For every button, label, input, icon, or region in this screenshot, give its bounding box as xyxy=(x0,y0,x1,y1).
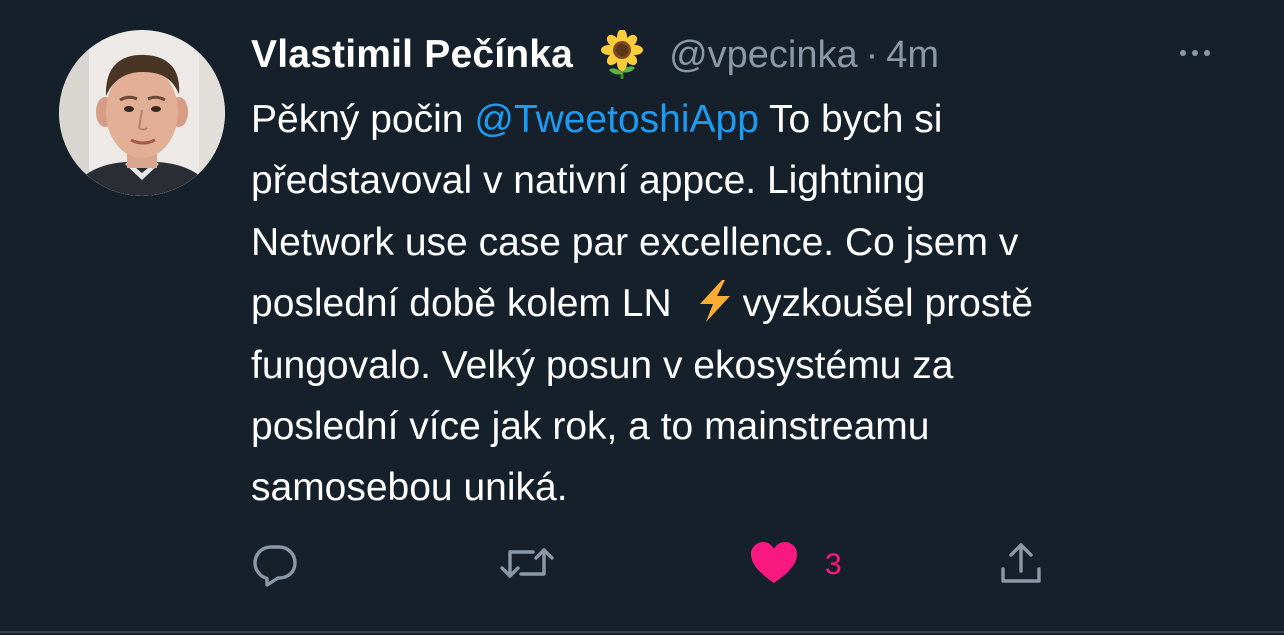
meta-separator: · xyxy=(865,33,879,76)
high-voltage-icon xyxy=(692,278,738,324)
like-count: 3 xyxy=(825,548,842,581)
reply-button[interactable] xyxy=(250,540,300,590)
divider xyxy=(0,631,1284,633)
share-icon xyxy=(996,538,1046,593)
tweet-text-line-2: představoval v nativní appce. Lightning xyxy=(251,159,926,203)
heart-icon xyxy=(749,538,799,593)
tweet-header: Vlastimil Pečínka @vpecinka · 4m xyxy=(251,24,939,86)
tweet-text-line-1: Pěkný počin @TweetoshiApp To bych si xyxy=(251,89,1241,150)
tweet-text-line-3: Network use case par excellence. Co jsem… xyxy=(251,220,1019,264)
tweet-text-line-4: poslední době kolem LN vyzkoušel prostě xyxy=(251,273,1241,334)
retweet-icon xyxy=(497,538,557,593)
author-handle[interactable]: @vpecinka xyxy=(669,34,858,77)
text-segment: poslední době kolem LN xyxy=(251,282,683,326)
retweet-button[interactable] xyxy=(497,540,557,590)
tweet-text-line-6: poslední více jak rok, a to mainstreamu xyxy=(251,405,930,449)
text-segment: Pěkný počin xyxy=(251,98,475,141)
text-segment: vyzkoušel prostě xyxy=(742,282,1033,326)
reply-icon xyxy=(250,538,300,593)
like-button[interactable]: 3 xyxy=(749,540,842,590)
more-options-icon[interactable] xyxy=(1170,38,1220,68)
text-segment: To bych si xyxy=(758,98,943,141)
tweet-text: Pěkný počin @TweetoshiApp To bych si pře… xyxy=(251,89,1241,519)
avatar[interactable] xyxy=(59,30,225,196)
display-name[interactable]: Vlastimil Pečínka xyxy=(251,33,573,77)
tweet-text-line-5: fungovalo. Velký posun v ekosystému za xyxy=(251,343,954,387)
share-button[interactable] xyxy=(996,540,1046,590)
mention-link[interactable]: @TweetoshiApp xyxy=(474,98,759,141)
tweet-text-line-7: samosebou uniká. xyxy=(251,466,568,510)
sunflower-icon xyxy=(597,29,647,80)
tweet[interactable]: Vlastimil Pečínka @vpecinka · 4m Pěkný p… xyxy=(0,0,1284,632)
tweet-timestamp[interactable]: 4m xyxy=(886,34,939,77)
